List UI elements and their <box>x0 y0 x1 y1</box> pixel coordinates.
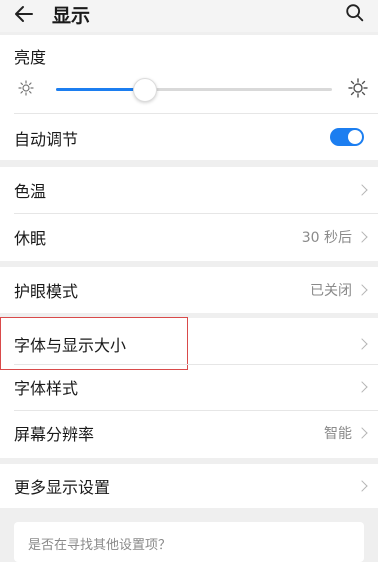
chevron-right-icon <box>356 381 368 393</box>
screen-resolution-value: 智能 <box>324 426 352 442</box>
font-style-row[interactable]: 字体样式 <box>0 364 378 410</box>
font-style-label: 字体样式 <box>14 379 79 398</box>
chevron-right-icon <box>356 480 368 492</box>
eye-comfort-value: 已关闭 <box>310 283 352 299</box>
search-icon[interactable] <box>344 2 366 24</box>
toggle-knob <box>348 130 362 144</box>
sun-small-icon <box>18 80 34 96</box>
brightness-slider[interactable] <box>56 88 332 91</box>
auto-brightness-label: 自动调节 <box>14 130 79 149</box>
divider <box>14 113 378 114</box>
top-bar: 显示 <box>0 0 378 32</box>
chevron-right-icon <box>356 284 368 296</box>
chevron-right-icon <box>356 427 368 439</box>
search-suggestion-card[interactable]: 是否在寻找其他设置项？ <box>14 522 364 562</box>
color-temperature-label: 色温 <box>14 182 47 201</box>
color-temperature-row[interactable]: 色温 <box>0 167 378 213</box>
highlight-box <box>0 317 188 370</box>
chevron-right-icon <box>356 338 368 350</box>
page-title: 显示 <box>52 5 91 27</box>
sleep-value: 30 秒后 <box>301 230 352 246</box>
eye-comfort-label: 护眼模式 <box>14 282 79 301</box>
screen-resolution-label: 屏幕分辨率 <box>14 425 95 444</box>
more-display-settings-row[interactable]: 更多显示设置 <box>0 463 378 509</box>
auto-brightness-toggle[interactable] <box>330 128 364 146</box>
search-suggestion-text: 是否在寻找其他设置项？ <box>28 538 172 553</box>
sleep-row[interactable]: 休眠 30 秒后 <box>0 214 378 260</box>
brightness-label: 亮度 <box>14 48 47 67</box>
screen-resolution-row[interactable]: 屏幕分辨率 智能 <box>0 410 378 456</box>
brightness-slider-fill <box>56 88 145 91</box>
more-display-settings-label: 更多显示设置 <box>14 478 111 497</box>
eye-comfort-row[interactable]: 护眼模式 已关闭 <box>0 267 378 313</box>
sleep-label: 休眠 <box>14 229 47 248</box>
sun-large-icon <box>348 78 368 98</box>
chevron-right-icon <box>356 184 368 196</box>
chevron-right-icon <box>356 231 368 243</box>
back-arrow-icon[interactable] <box>12 2 36 26</box>
